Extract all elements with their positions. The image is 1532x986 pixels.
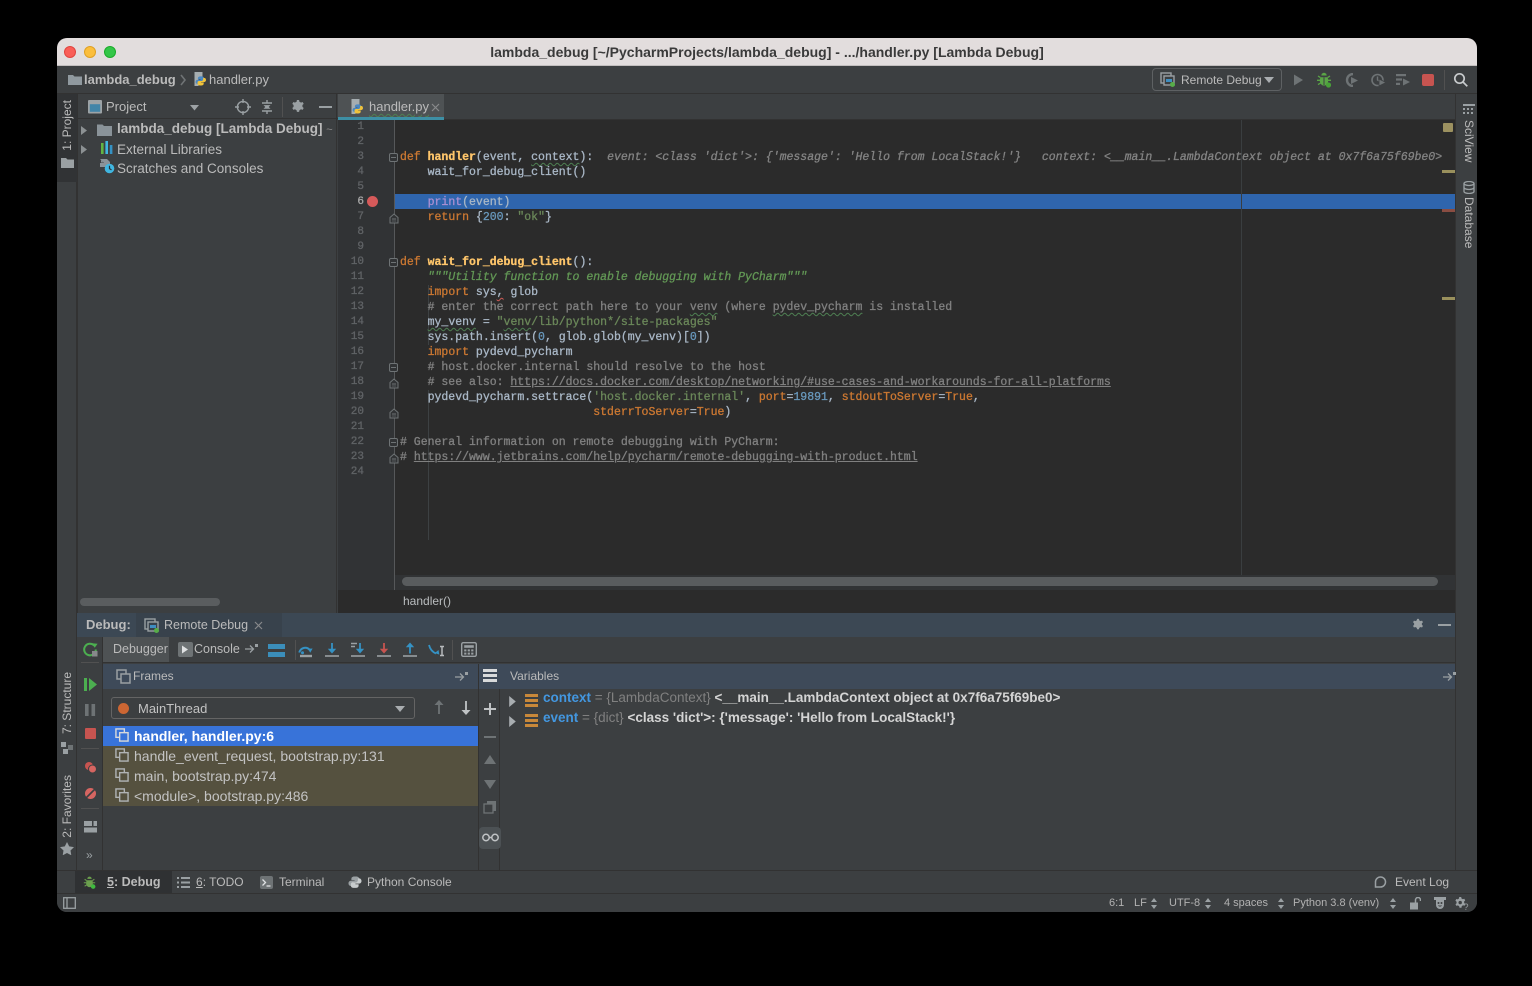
svg-text:?: ? — [1464, 902, 1469, 910]
